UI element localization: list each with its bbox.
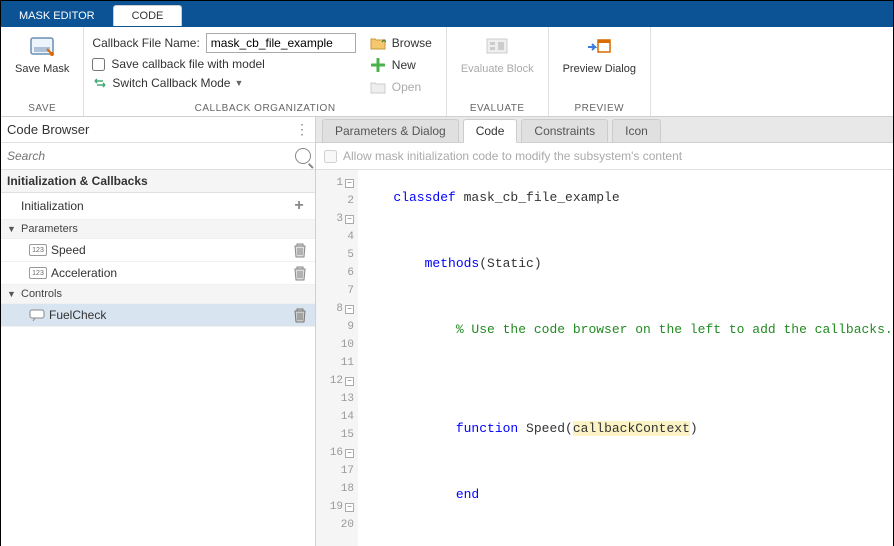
chevron-down-icon[interactable]: ▼ (7, 224, 17, 234)
allow-modify-label: Allow mask initialization code to modify… (343, 149, 682, 163)
preview-group-label: PREVIEW (557, 103, 642, 114)
search-row (1, 143, 315, 170)
tab-parameters-dialog[interactable]: Parameters & Dialog (322, 119, 459, 142)
evaluate-group-label: EVALUATE (455, 103, 540, 114)
save-mask-button[interactable]: Save Mask (9, 31, 75, 78)
line-gutter: 1− 2 3− 4 5 6 7 8− 9 10 11 12− 13 14 15 … (316, 170, 358, 546)
controls-label: Controls (21, 288, 62, 300)
tab-icon[interactable]: Icon (612, 119, 661, 142)
speed-row[interactable]: 123 Speed (1, 239, 315, 262)
init-callbacks-header: Initialization & Callbacks (1, 170, 315, 193)
variable-icon: 123 (29, 244, 47, 256)
code-browser-title-row: Code Browser ⋮ (1, 117, 315, 143)
parameters-label: Parameters (21, 223, 78, 235)
evaluate-block-icon (483, 33, 511, 61)
tab-mask-editor[interactable]: MASK EDITOR (1, 6, 113, 26)
main-area: Code Browser ⋮ Initialization & Callback… (1, 117, 893, 546)
evaluate-block-button: Evaluate Block (455, 31, 540, 78)
callback-group-label: CALLBACK ORGANIZATION (92, 103, 437, 114)
sub-tab-bar: Parameters & Dialog Code Constraints Ico… (316, 117, 893, 143)
acceleration-row[interactable]: 123 Acceleration (1, 262, 315, 285)
right-panel: Parameters & Dialog Code Constraints Ico… (316, 117, 893, 546)
open-button: Open (364, 77, 438, 97)
new-button[interactable]: New (364, 55, 438, 75)
browse-icon (370, 35, 386, 51)
switch-mode-label: Switch Callback Mode (112, 76, 230, 90)
new-plus-icon (370, 57, 386, 73)
chevron-down-icon[interactable]: ▼ (7, 289, 17, 299)
add-initialization-icon[interactable]: + (289, 196, 309, 216)
initialization-label: Initialization (21, 199, 84, 213)
parameters-row[interactable]: ▼ Parameters (1, 220, 315, 239)
preview-dialog-icon (585, 33, 613, 61)
title-tab-bar: MASK EDITOR CODE (1, 1, 893, 27)
code-browser-title: Code Browser (7, 122, 89, 137)
code-editor[interactable]: 1− 2 3− 4 5 6 7 8− 9 10 11 12− 13 14 15 … (316, 170, 893, 546)
allow-modify-row: Allow mask initialization code to modify… (316, 143, 893, 170)
switch-callback-mode-button[interactable]: Switch Callback Mode ▼ (92, 75, 355, 91)
preview-dialog-label: Preview Dialog (563, 63, 636, 76)
delete-icon[interactable] (293, 265, 309, 281)
preview-dialog-button[interactable]: Preview Dialog (557, 31, 642, 78)
button-control-icon (29, 307, 45, 323)
save-with-model-checkbox[interactable] (92, 58, 105, 71)
switch-mode-icon (92, 75, 108, 91)
speed-label: Speed (51, 243, 86, 257)
acceleration-label: Acceleration (51, 266, 117, 280)
controls-row[interactable]: ▼ Controls (1, 285, 315, 304)
open-folder-icon (370, 79, 386, 95)
ribbon-group-preview: Preview Dialog PREVIEW (549, 27, 651, 116)
delete-icon[interactable] (293, 307, 309, 323)
code-text-area[interactable]: classdef mask_cb_file_example methods(St… (358, 170, 893, 546)
new-label: New (392, 58, 416, 72)
open-label: Open (392, 80, 421, 94)
ribbon-group-evaluate: Evaluate Block EVALUATE (447, 27, 549, 116)
code-browser-panel: Code Browser ⋮ Initialization & Callback… (1, 117, 316, 546)
save-mask-label: Save Mask (15, 63, 69, 76)
save-mask-icon (28, 33, 56, 61)
variable-icon: 123 (29, 267, 47, 279)
allow-modify-checkbox (324, 150, 337, 163)
fuelcheck-row[interactable]: FuelCheck (1, 304, 315, 327)
callback-filename-input[interactable] (206, 33, 356, 53)
save-group-label: SAVE (9, 103, 75, 114)
chevron-down-icon: ▼ (234, 78, 243, 88)
callback-filename-label: Callback File Name: (92, 36, 199, 50)
browse-button[interactable]: Browse (364, 33, 438, 53)
initialization-row[interactable]: Initialization + (1, 193, 315, 220)
ribbon-group-save: Save Mask SAVE (1, 27, 84, 116)
delete-icon[interactable] (293, 242, 309, 258)
save-with-model-row[interactable]: Save callback file with model (92, 57, 355, 71)
callback-filename-row: Callback File Name: (92, 33, 355, 53)
tab-code-editor[interactable]: Code (463, 119, 518, 143)
fuelcheck-label: FuelCheck (49, 308, 106, 322)
ribbon-toolbar: Save Mask SAVE Callback File Name: Save … (1, 27, 893, 117)
search-icon[interactable] (295, 148, 311, 164)
more-options-icon[interactable]: ⋮ (295, 121, 309, 138)
tab-code[interactable]: CODE (113, 5, 183, 26)
tab-constraints[interactable]: Constraints (521, 119, 608, 142)
search-input[interactable] (5, 145, 295, 167)
evaluate-block-label: Evaluate Block (461, 63, 534, 76)
save-with-model-label: Save callback file with model (111, 57, 264, 71)
ribbon-group-callback: Callback File Name: Save callback file w… (84, 27, 446, 116)
browse-label: Browse (392, 36, 432, 50)
